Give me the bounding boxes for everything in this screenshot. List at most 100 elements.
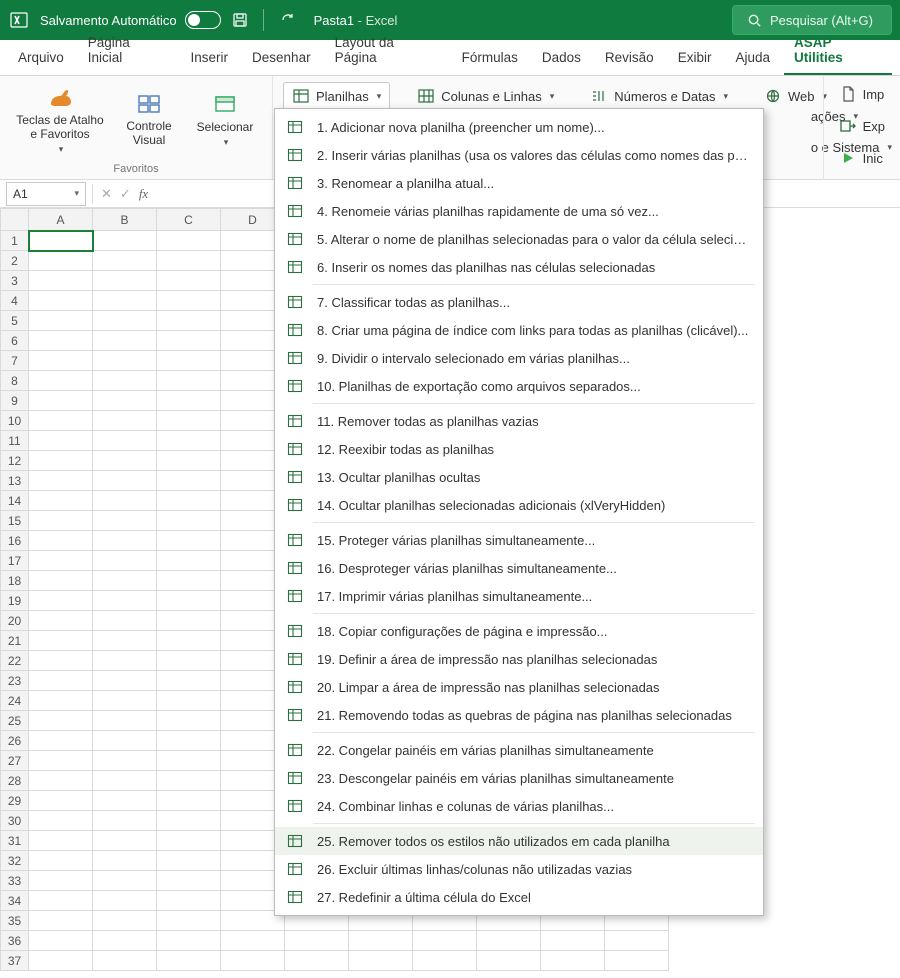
btn-numeros-datas[interactable]: Números e Datas▾ (581, 82, 737, 110)
row-header[interactable]: 13 (1, 471, 29, 491)
cell[interactable] (93, 371, 157, 391)
cell[interactable] (221, 931, 285, 951)
cell[interactable] (157, 851, 221, 871)
cell[interactable] (29, 611, 93, 631)
cell[interactable] (477, 951, 541, 971)
cell[interactable] (29, 271, 93, 291)
btn-selecionar[interactable]: Selecionar▾ (190, 84, 260, 154)
cell[interactable] (157, 951, 221, 971)
tab-dados[interactable]: Dados (532, 42, 591, 75)
tab-asap-utilities[interactable]: ASAP Utilities (784, 27, 892, 75)
cell[interactable] (157, 331, 221, 351)
tab-desenhar[interactable]: Desenhar (242, 42, 321, 75)
cell[interactable] (93, 691, 157, 711)
menu-item-26[interactable]: 26. Excluir últimas linhas/colunas não u… (275, 855, 763, 883)
cell[interactable] (93, 911, 157, 931)
cell[interactable] (157, 731, 221, 751)
cell[interactable] (157, 271, 221, 291)
cell[interactable] (349, 931, 413, 951)
btn-inic[interactable]: Inic (834, 146, 890, 170)
cell[interactable] (93, 311, 157, 331)
cell[interactable] (93, 511, 157, 531)
cell[interactable] (29, 671, 93, 691)
tab-ajuda[interactable]: Ajuda (725, 42, 780, 75)
cell[interactable] (413, 931, 477, 951)
cell[interactable] (157, 611, 221, 631)
tab-f-rmulas[interactable]: Fórmulas (452, 42, 528, 75)
cell[interactable] (29, 251, 93, 271)
cell[interactable] (29, 751, 93, 771)
row-header[interactable]: 20 (1, 611, 29, 631)
cell[interactable] (157, 531, 221, 551)
cell[interactable] (29, 891, 93, 911)
btn-colunas-linhas[interactable]: Colunas e Linhas▾ (408, 82, 563, 110)
menu-item-16[interactable]: 16. Desproteger várias planilhas simulta… (275, 554, 763, 582)
column-header[interactable]: B (93, 209, 157, 231)
cell[interactable] (29, 591, 93, 611)
row-header[interactable]: 10 (1, 411, 29, 431)
tab-inserir[interactable]: Inserir (181, 42, 239, 75)
row-header[interactable]: 8 (1, 371, 29, 391)
cell[interactable] (29, 651, 93, 671)
menu-item-21[interactable]: 21. Removendo todas as quebras de página… (275, 701, 763, 729)
cell[interactable] (157, 311, 221, 331)
cell[interactable] (93, 871, 157, 891)
cell[interactable] (157, 691, 221, 711)
cell[interactable] (541, 951, 605, 971)
cell[interactable] (29, 471, 93, 491)
cell[interactable] (29, 431, 93, 451)
cell[interactable] (93, 771, 157, 791)
cell[interactable] (29, 411, 93, 431)
menu-item-25[interactable]: 25. Remover todos os estilos não utiliza… (275, 827, 763, 855)
cell[interactable] (285, 931, 349, 951)
row-header[interactable]: 37 (1, 951, 29, 971)
menu-item-8[interactable]: 8. Criar uma página de índice com links … (275, 316, 763, 344)
menu-item-1[interactable]: 1. Adicionar nova planilha (preencher um… (275, 113, 763, 141)
save-icon[interactable] (231, 11, 249, 29)
menu-item-15[interactable]: 15. Proteger várias planilhas simultanea… (275, 526, 763, 554)
cell[interactable] (93, 531, 157, 551)
menu-item-5[interactable]: 5. Alterar o nome de planilhas seleciona… (275, 225, 763, 253)
column-header[interactable]: A (29, 209, 93, 231)
cell[interactable] (157, 571, 221, 591)
name-box[interactable]: A1 ▾ (6, 182, 86, 206)
row-header[interactable]: 12 (1, 451, 29, 471)
cell[interactable] (29, 231, 93, 251)
cell[interactable] (93, 751, 157, 771)
autosave-toggle[interactable] (185, 11, 221, 29)
row-header[interactable]: 35 (1, 911, 29, 931)
cell[interactable] (93, 331, 157, 351)
cell[interactable] (29, 291, 93, 311)
row-header[interactable]: 18 (1, 571, 29, 591)
btn-teclas-atalho-favoritos[interactable]: Teclas de Atalho e Favoritos▾ (12, 84, 108, 154)
menu-item-24[interactable]: 24. Combinar linhas e colunas de várias … (275, 792, 763, 820)
menu-item-2[interactable]: 2. Inserir várias planilhas (usa os valo… (275, 141, 763, 169)
btn-exp[interactable]: Exp (834, 114, 890, 138)
menu-item-4[interactable]: 4. Renomeie várias planilhas rapidamente… (275, 197, 763, 225)
cell[interactable] (157, 251, 221, 271)
cell[interactable] (29, 331, 93, 351)
row-header[interactable]: 21 (1, 631, 29, 651)
menu-item-11[interactable]: 11. Remover todas as planilhas vazias (275, 407, 763, 435)
column-header[interactable]: C (157, 209, 221, 231)
cell[interactable] (29, 931, 93, 951)
cell[interactable] (93, 571, 157, 591)
cell[interactable] (93, 251, 157, 271)
row-header[interactable]: 26 (1, 731, 29, 751)
cell[interactable] (541, 931, 605, 951)
cell[interactable] (93, 231, 157, 251)
menu-item-27[interactable]: 27. Redefinir a última célula do Excel (275, 883, 763, 911)
cell[interactable] (285, 951, 349, 971)
btn-planilhas[interactable]: Planilhas▾ (283, 82, 390, 110)
row-header[interactable]: 5 (1, 311, 29, 331)
cell[interactable] (93, 711, 157, 731)
select-all-corner[interactable] (1, 209, 29, 231)
cell[interactable] (413, 951, 477, 971)
cell[interactable] (29, 871, 93, 891)
cell[interactable] (29, 391, 93, 411)
cell[interactable] (29, 531, 93, 551)
cell[interactable] (29, 311, 93, 331)
cell[interactable] (157, 811, 221, 831)
row-header[interactable]: 16 (1, 531, 29, 551)
cell[interactable] (157, 551, 221, 571)
